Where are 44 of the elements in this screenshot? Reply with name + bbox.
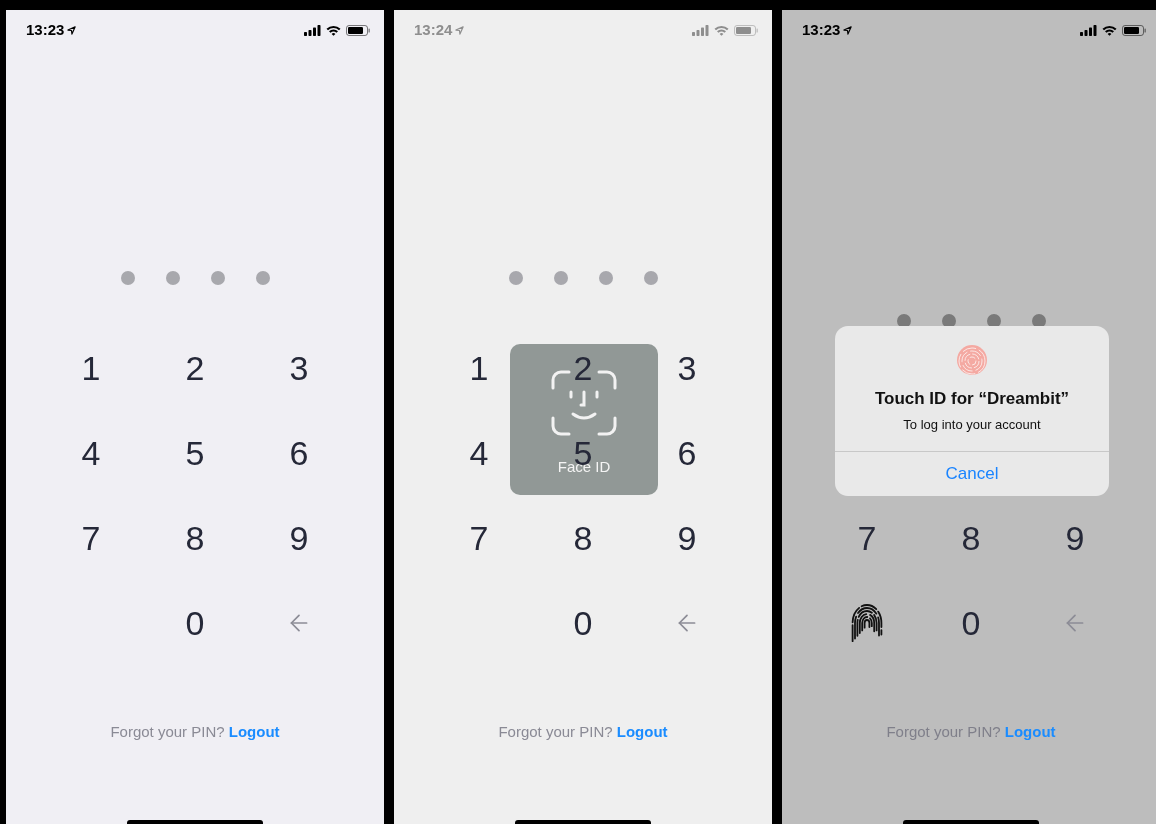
keypad-key[interactable]: 0: [557, 596, 609, 649]
wifi-icon: [326, 24, 341, 36]
keypad-key[interactable]: 8: [945, 511, 997, 564]
forgot-pin-text: Forgot your PIN?: [498, 723, 613, 740]
location-arrow-icon: [67, 25, 77, 35]
wifi-icon: [714, 24, 729, 36]
keypad-key[interactable]: 8: [557, 511, 609, 564]
keypad-key[interactable]: 5: [169, 426, 221, 479]
keypad-key[interactable]: 6: [273, 426, 325, 479]
keypad-key[interactable]: 3: [273, 341, 325, 394]
signal-icon: [304, 24, 321, 36]
forgot-pin-text: Forgot your PIN?: [886, 723, 1001, 740]
keypad-key[interactable]: 9: [1049, 511, 1101, 564]
keypad-key[interactable]: 0: [945, 596, 997, 649]
keypad-key[interactable]: 1: [453, 341, 505, 394]
keypad-key[interactable]: 0: [169, 596, 221, 649]
location-arrow-icon: [843, 25, 853, 35]
signal-icon: [692, 24, 709, 36]
wifi-icon: [1102, 24, 1117, 36]
location-arrow-icon: [455, 25, 465, 35]
keypad-key[interactable]: 9: [661, 511, 713, 564]
battery-icon: [346, 24, 370, 36]
status-time: 13:23: [26, 19, 65, 40]
keypad-key[interactable]: 6: [661, 426, 713, 479]
keypad-key[interactable]: 4: [453, 426, 505, 479]
keypad-key[interactable]: 3: [661, 341, 713, 394]
alert-title: Touch ID for “Dreambit”: [874, 388, 1070, 410]
keypad-key[interactable]: 1: [65, 341, 117, 394]
battery-icon: [1122, 24, 1146, 36]
keypad-key[interactable]: 7: [453, 511, 505, 564]
alert-message: To log into your account: [903, 415, 1041, 434]
status-time: 13:23: [802, 19, 841, 40]
status-time: 13:24: [414, 19, 453, 40]
keypad-key[interactable]: 7: [841, 511, 893, 564]
forgot-pin-text: Forgot your PIN?: [110, 723, 225, 740]
battery-icon: [734, 24, 758, 36]
keypad-key[interactable]: 4: [65, 426, 117, 479]
fingerprint-icon: [956, 344, 988, 376]
keypad-key[interactable]: 2: [169, 341, 221, 394]
keypad-key[interactable]: 9: [273, 511, 325, 564]
signal-icon: [1080, 24, 1097, 36]
keypad-key[interactable]: 8: [169, 511, 221, 564]
keypad-key[interactable]: 2: [557, 341, 609, 394]
keypad-key[interactable]: 7: [65, 511, 117, 564]
